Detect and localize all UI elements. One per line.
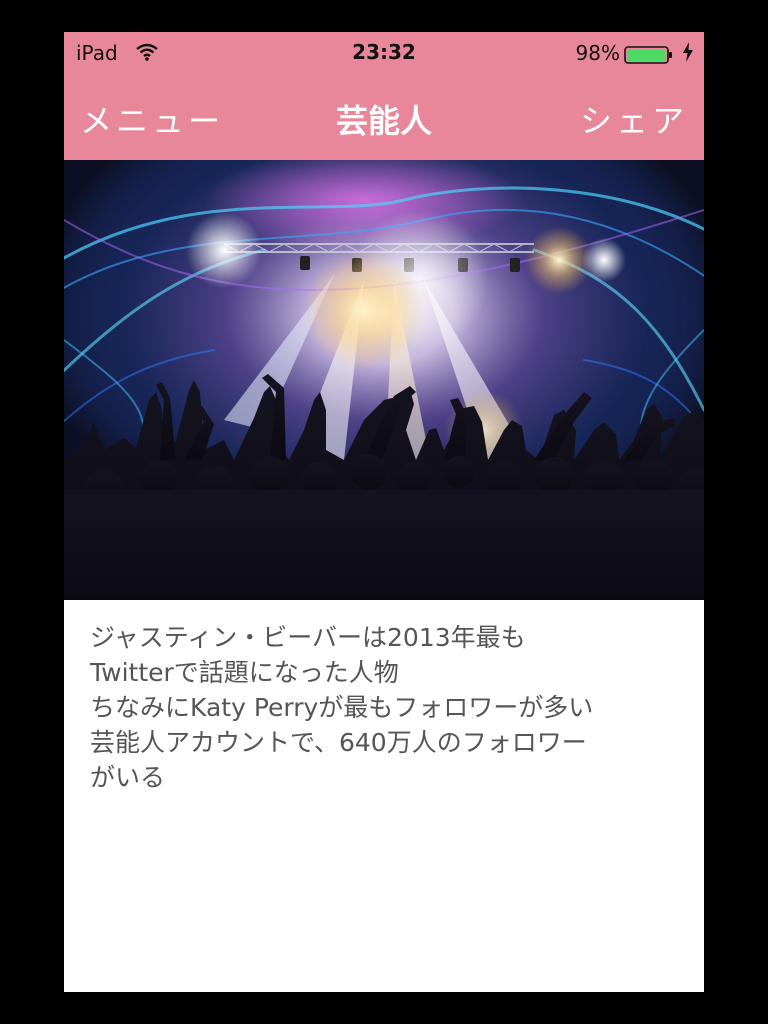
article-line: がいる [90,763,166,792]
battery-icon [624,45,674,69]
battery-percentage: 98% [575,41,620,65]
navigation-bar: メニュー 芸能人 シェア [64,72,704,160]
status-bar: iPad 23:32 98% [64,32,704,72]
charging-icon [682,42,694,67]
article-line: ジャスティン・ビーバーは2013年最も [90,623,526,652]
share-button[interactable]: シェア [580,96,688,142]
article-line: Twitterで話題になった人物 [90,658,399,687]
article-line: ちなみにKaty Perryが最もフォロワーが多い [90,693,594,722]
article-body: ジャスティン・ビーバーは2013年最も Twitterで話題になった人物 ちなみ… [90,620,690,795]
concert-hero-image [64,160,704,600]
app-screen: iPad 23:32 98% メニュー 芸能人 シェア ジャスティン・ビーバーは… [64,32,704,992]
article-line: 芸能人アカウントで、640万人のフォロワー [90,728,587,757]
